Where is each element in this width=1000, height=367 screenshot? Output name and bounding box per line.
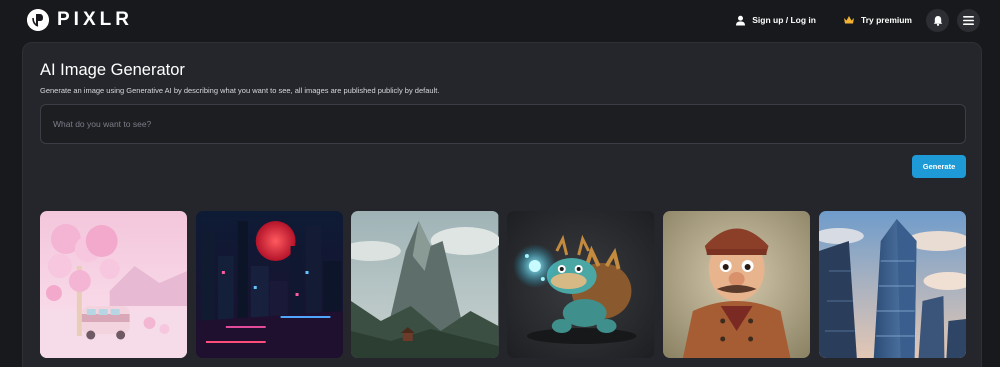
generate-button[interactable]: Generate bbox=[912, 155, 966, 178]
menu-icon bbox=[963, 15, 974, 25]
gallery-image-cartoon-man[interactable] bbox=[662, 211, 811, 358]
gallery-image-mountain[interactable] bbox=[351, 211, 499, 358]
top-bar: PIXLR Sign up / Log in Try premium bbox=[0, 0, 1000, 40]
crown-icon bbox=[843, 16, 854, 24]
gallery-image-turtle-monster[interactable] bbox=[507, 211, 655, 358]
bell-icon bbox=[933, 15, 942, 26]
page-subtitle: Generate an image using Generative AI by… bbox=[40, 86, 440, 95]
ai-generator-panel: AI Image Generator Generate an image usi… bbox=[22, 42, 982, 367]
prompt-input[interactable] bbox=[40, 104, 966, 144]
menu-button[interactable] bbox=[957, 8, 980, 32]
image-gallery bbox=[40, 211, 967, 359]
signup-login-label: Sign up / Log in bbox=[752, 15, 816, 25]
pixlr-logo-mark-icon bbox=[27, 9, 49, 31]
try-premium-link[interactable]: Try premium bbox=[843, 15, 912, 25]
pixlr-logo[interactable]: PIXLR bbox=[27, 9, 133, 31]
signup-login-link[interactable]: Sign up / Log in bbox=[735, 15, 816, 26]
logo-text: PIXLR bbox=[57, 9, 133, 30]
gallery-image-neon-city[interactable] bbox=[195, 211, 344, 358]
gallery-image-skyscraper[interactable] bbox=[818, 211, 967, 358]
notifications-button[interactable] bbox=[926, 8, 949, 32]
gallery-image-pastel-van[interactable] bbox=[40, 211, 188, 358]
user-icon bbox=[736, 15, 746, 26]
try-premium-label: Try premium bbox=[860, 15, 912, 25]
page-title: AI Image Generator bbox=[40, 61, 185, 79]
header-actions: Sign up / Log in Try premium bbox=[735, 7, 980, 33]
